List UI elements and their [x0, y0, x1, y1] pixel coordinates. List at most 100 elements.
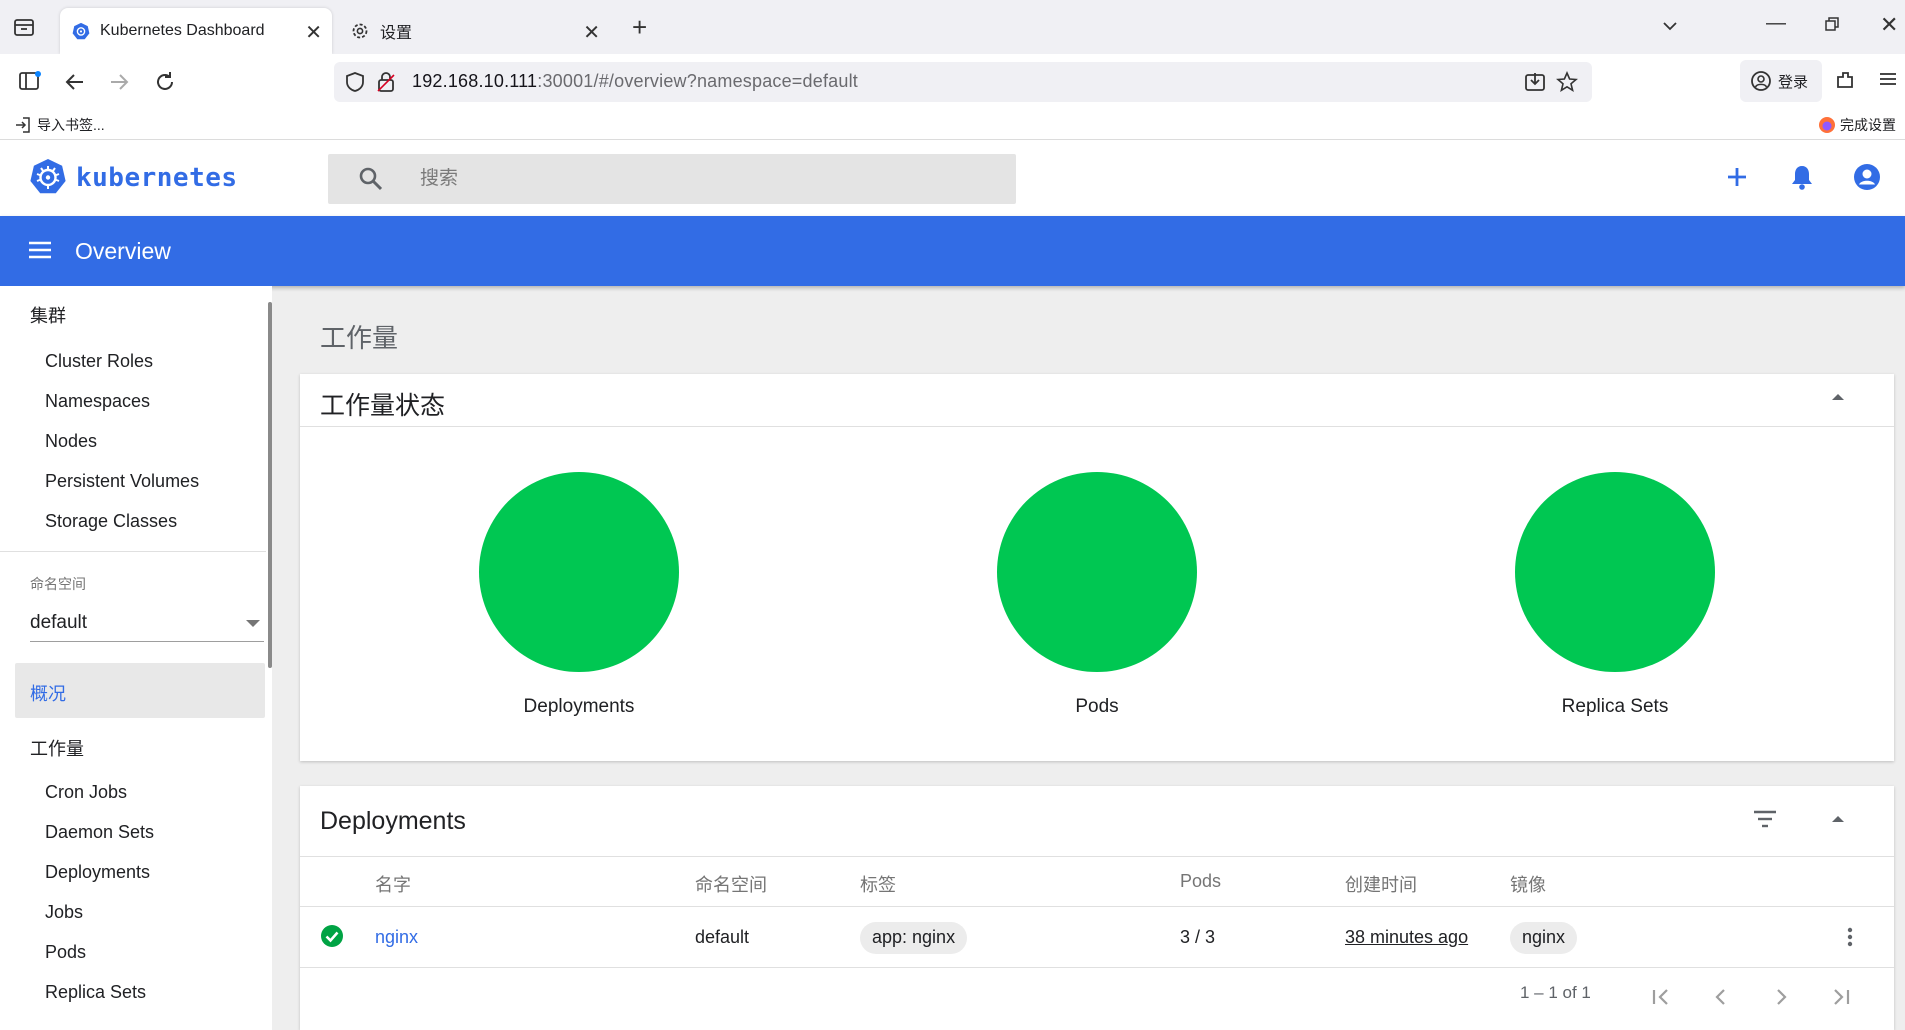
sidebar-item-cluster-roles[interactable]: Cluster Roles [45, 351, 153, 372]
first-page-icon[interactable] [1646, 982, 1676, 1012]
back-icon[interactable] [63, 70, 87, 94]
account-label: 登录 [1778, 73, 1809, 91]
last-page-icon[interactable] [1826, 982, 1856, 1012]
url-path: :30001/#/overview?namespace=default [537, 71, 858, 91]
reload-icon[interactable] [153, 70, 177, 94]
dropdown-arrow-icon [246, 620, 260, 628]
import-bookmarks-link[interactable]: 导入书签... [14, 115, 105, 135]
more-vert-icon[interactable] [1838, 925, 1862, 949]
sidebar-item-deployments[interactable]: Deployments [45, 862, 150, 883]
collapse-arrow-icon[interactable] [1830, 814, 1846, 824]
card-title: Deployments [320, 807, 466, 835]
logo-text[interactable]: kubernetes [76, 163, 238, 193]
close-tab-icon[interactable]: ✕ [583, 20, 600, 45]
pagination-range: 1 – 1 of 1 [1520, 983, 1591, 1002]
import-bookmarks-label: 导入书签... [37, 117, 105, 133]
hamburger-menu-icon[interactable] [27, 239, 53, 261]
workload-status-card: 工作量状态 Deployments Pods Replica Sets [300, 374, 1894, 761]
search-input[interactable] [418, 154, 978, 204]
tab-title: Kubernetes Dashboard [100, 22, 265, 39]
firefox-icon [1818, 116, 1836, 134]
account-circle-icon[interactable] [1853, 163, 1881, 191]
sidebar-item-jobs[interactable]: Jobs [45, 902, 83, 923]
search-icon [358, 166, 384, 192]
chart-label-pods: Pods [1075, 696, 1119, 717]
card-title: 工作量状态 [320, 392, 446, 420]
forward-icon[interactable] [107, 70, 131, 94]
status-ok-icon [320, 924, 344, 948]
namespace-label: 命名空间 [30, 576, 86, 592]
sidebar-item-cron-jobs[interactable]: Cron Jobs [45, 782, 127, 803]
extensions-icon[interactable] [1834, 69, 1856, 91]
page-toolbar [0, 216, 1905, 286]
kubernetes-logo-icon[interactable] [29, 158, 67, 196]
column-header-namespace[interactable]: 命名空间 [695, 871, 767, 897]
import-icon [14, 116, 32, 134]
card-divider [300, 426, 1894, 427]
sidebar-item-daemon-sets[interactable]: Daemon Sets [45, 822, 154, 843]
tab-settings[interactable]: 设置 ✕ [338, 8, 610, 54]
chart-label-replica-sets: Replica Sets [1561, 696, 1669, 717]
sidebar-item-namespaces[interactable]: Namespaces [45, 391, 150, 412]
column-header-name[interactable]: 名字 [375, 871, 411, 897]
collapse-arrow-icon[interactable] [1830, 392, 1846, 402]
sidebar-item-persistent-volumes[interactable]: Persistent Volumes [45, 471, 199, 492]
create-resource-icon[interactable] [1723, 163, 1751, 191]
shield-icon[interactable] [344, 71, 366, 93]
menu-icon[interactable] [1877, 68, 1899, 90]
column-header-labels: 标签 [860, 875, 896, 895]
save-page-icon[interactable] [1524, 71, 1546, 93]
replica-sets-status-chart[interactable] [1515, 472, 1715, 672]
tab-kubernetes-dashboard[interactable]: Kubernetes Dashboard ✕ [60, 8, 332, 54]
search-box[interactable] [328, 154, 1016, 204]
account-button[interactable]: 登录 [1740, 60, 1822, 102]
notifications-bell-icon[interactable] [1789, 163, 1815, 191]
column-header-images: 镜像 [1510, 875, 1546, 895]
sidebar-item-overview-label: 概况 [30, 684, 66, 704]
column-header-pods: Pods [1180, 871, 1222, 891]
namespace-select[interactable]: default [30, 604, 264, 642]
gear-icon [350, 21, 370, 41]
filter-icon[interactable] [1752, 809, 1778, 829]
previous-page-icon[interactable] [1706, 982, 1736, 1012]
sidebar-item-replica-sets[interactable]: Replica Sets [45, 982, 146, 1003]
namespace-value: default [30, 612, 88, 633]
sidebar-scrollbar[interactable] [268, 302, 272, 668]
deployment-name-link[interactable]: nginx [375, 927, 418, 948]
pods-status-chart[interactable] [997, 472, 1197, 672]
next-page-icon[interactable] [1766, 982, 1796, 1012]
table-header-divider [300, 906, 1894, 907]
column-header-created[interactable]: 创建时间 [1345, 871, 1417, 897]
finish-setup-link[interactable]: 完成设置 [1818, 115, 1896, 135]
sidebar-header-cluster[interactable]: 集群 [30, 302, 66, 328]
label-chip: app: nginx [860, 922, 968, 954]
minimize-icon[interactable]: — [1766, 12, 1786, 35]
deployment-created-time[interactable]: 38 minutes ago [1345, 927, 1468, 948]
sidebar-item-pods[interactable]: Pods [45, 942, 86, 963]
list-all-tabs-icon[interactable] [1660, 16, 1680, 36]
tab-list-icon[interactable] [13, 16, 35, 38]
account-icon [1750, 70, 1772, 92]
deployment-pods: 3 / 3 [1180, 927, 1216, 947]
kubernetes-favicon-icon [72, 22, 90, 40]
deployments-status-chart[interactable] [479, 472, 679, 672]
close-tab-icon[interactable]: ✕ [305, 20, 322, 45]
image-chip: nginx [1510, 922, 1578, 954]
sidebar-item-storage-classes[interactable]: Storage Classes [45, 511, 177, 532]
url-text[interactable]: 192.168.10.111:30001/#/overview?namespac… [412, 71, 858, 92]
restore-icon[interactable] [1824, 16, 1840, 32]
new-tab-icon[interactable]: + [632, 12, 647, 43]
browser-tab-strip: Kubernetes Dashboard ✕ 设置 ✕ + — ✕ [0, 0, 1905, 54]
page-heading: 工作量 [320, 323, 399, 353]
lock-icon[interactable] [376, 71, 396, 93]
sidebar-toggle-icon[interactable] [18, 70, 42, 92]
sidebar-item-nodes[interactable]: Nodes [45, 431, 97, 452]
toolbar-title: Overview [75, 238, 171, 264]
chart-label-deployments: Deployments [523, 696, 635, 717]
sidebar-header-workloads[interactable]: 工作量 [30, 735, 84, 761]
table-row-divider [300, 967, 1894, 968]
finish-setup-label: 完成设置 [1840, 117, 1896, 133]
close-window-icon[interactable]: ✕ [1880, 12, 1898, 38]
bookmarks-toolbar: 导入书签... 完成设置 [0, 110, 1905, 140]
bookmark-star-icon[interactable] [1556, 71, 1578, 93]
